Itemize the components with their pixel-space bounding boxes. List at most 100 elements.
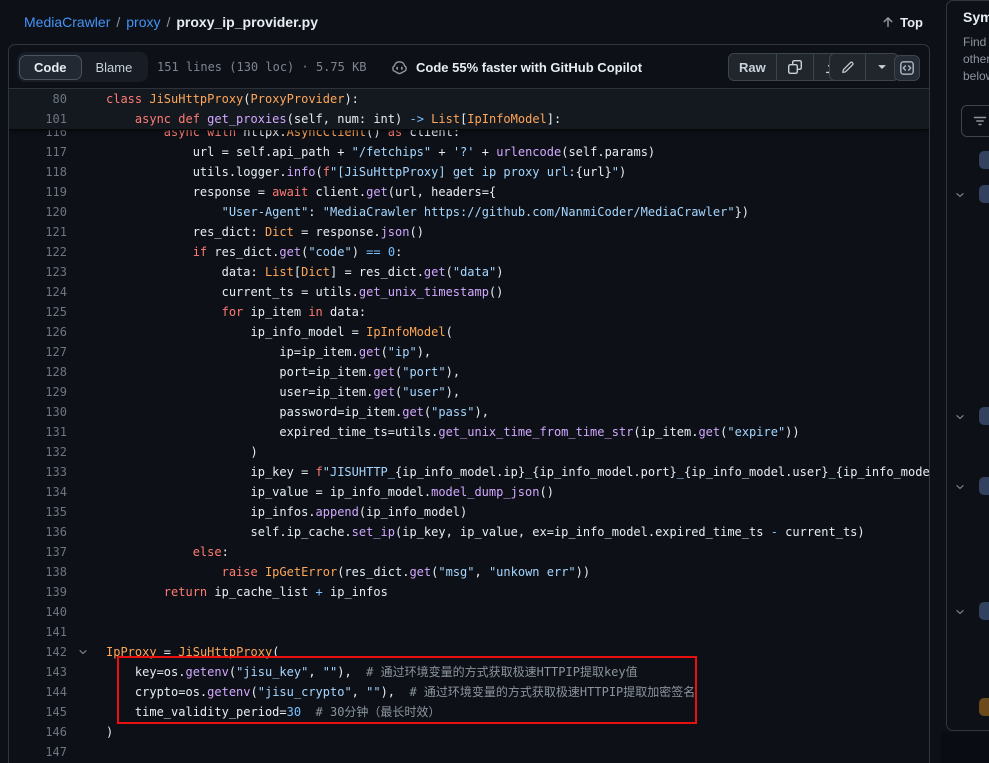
file-content-box: Code Blame 151 lines (130 loc) · 5.75 KB…: [8, 44, 930, 763]
raw-button[interactable]: Raw: [729, 54, 776, 80]
code-text: utils.logger.info(f"[JiSuHttpProxy] get …: [106, 162, 626, 182]
code-line: 135 ip_infos.append(ip_info_model): [9, 502, 929, 522]
code-text: time_validity_period=30 # 30分钟（最长时效）: [106, 702, 440, 722]
code-text: IpProxy = JiSuHttpProxy(: [106, 642, 279, 662]
line-number[interactable]: 146: [9, 722, 67, 742]
code-text: ): [106, 442, 258, 462]
symbol-kind-badge: [979, 698, 989, 716]
fold-gutter: [67, 262, 106, 282]
line-number[interactable]: 80: [9, 89, 67, 109]
line-number[interactable]: 127: [9, 342, 67, 362]
fold-gutter: [67, 502, 106, 522]
code-line: 140: [9, 602, 929, 622]
breadcrumb-filename: proxy_ip_provider.py: [176, 14, 318, 30]
code-text: "User-Agent": "MediaCrawler https://gith…: [106, 202, 749, 222]
top-label: Top: [900, 15, 923, 30]
breadcrumb-repo-link[interactable]: MediaCrawler: [24, 14, 110, 30]
code-scroll-area[interactable]: 80class JiSuHttpProxy(ProxyProvider):101…: [9, 89, 929, 762]
edit-pencil-icon: [840, 60, 855, 75]
code-line: 141: [9, 622, 929, 642]
symbol-row[interactable]: [947, 151, 989, 171]
back-to-top-link[interactable]: Top: [881, 0, 923, 44]
line-number[interactable]: 129: [9, 382, 67, 402]
line-number[interactable]: 123: [9, 262, 67, 282]
breadcrumb-separator: /: [116, 14, 120, 30]
fold-gutter: [67, 242, 106, 262]
code-text: data: List[Dict] = res_dict.get("data"): [106, 262, 503, 282]
code-line: 118 utils.logger.info(f"[JiSuHttpProxy] …: [9, 162, 929, 182]
line-number[interactable]: 136: [9, 522, 67, 542]
breadcrumb-folder-link[interactable]: proxy: [126, 14, 160, 30]
fold-gutter: [67, 462, 106, 482]
fold-gutter: [67, 602, 106, 622]
tab-code[interactable]: Code: [19, 55, 82, 80]
line-number[interactable]: 119: [9, 182, 67, 202]
symbol-row[interactable]: [947, 407, 989, 427]
line-number[interactable]: 142: [9, 642, 67, 662]
code-text: port=ip_item.get("port"),: [106, 362, 460, 382]
line-number[interactable]: 145: [9, 702, 67, 722]
symbol-row[interactable]: [947, 698, 989, 718]
symbol-kind-badge: [979, 407, 989, 425]
line-number[interactable]: 134: [9, 482, 67, 502]
fold-gutter: [67, 342, 106, 362]
fold-gutter: [67, 682, 106, 702]
code-line: 144 crypto=os.getenv("jisu_crypto", ""),…: [9, 682, 929, 702]
line-number[interactable]: 138: [9, 562, 67, 582]
symbols-panel-toggle-button[interactable]: [894, 55, 920, 81]
line-number[interactable]: 139: [9, 582, 67, 602]
edit-button-group: [829, 53, 899, 81]
chevron-down-icon[interactable]: [954, 189, 966, 201]
line-number[interactable]: 147: [9, 742, 67, 762]
code-line: 130 password=ip_item.get("pass"),: [9, 402, 929, 422]
line-number[interactable]: 125: [9, 302, 67, 322]
line-number[interactable]: 121: [9, 222, 67, 242]
line-number[interactable]: 124: [9, 282, 67, 302]
line-number[interactable]: 141: [9, 622, 67, 642]
line-number[interactable]: 118: [9, 162, 67, 182]
line-number[interactable]: 128: [9, 362, 67, 382]
dropdown-caret-icon: [876, 61, 888, 73]
breadcrumb-bar: MediaCrawler / proxy / proxy_ip_provider…: [0, 0, 941, 44]
edit-button[interactable]: [830, 54, 865, 80]
chevron-down-icon[interactable]: [954, 606, 966, 618]
chevron-down-icon[interactable]: [954, 411, 966, 423]
tab-blame[interactable]: Blame: [82, 56, 147, 79]
symbols-filter-input[interactable]: [961, 105, 989, 137]
code-square-icon: [899, 60, 915, 76]
copy-button[interactable]: [776, 54, 813, 80]
code-text: expired_time_ts=utils.get_unix_time_from…: [106, 422, 800, 442]
file-header-toolbar: Code Blame 151 lines (130 loc) · 5.75 KB…: [9, 45, 929, 89]
line-number[interactable]: 133: [9, 462, 67, 482]
code-text: url = self.api_path + "/fetchips" + '?' …: [106, 142, 655, 162]
line-number[interactable]: 132: [9, 442, 67, 462]
line-number[interactable]: 126: [9, 322, 67, 342]
symbol-row[interactable]: [947, 185, 989, 205]
chevron-down-icon[interactable]: [77, 646, 89, 658]
fold-gutter: [67, 642, 106, 662]
line-number[interactable]: 137: [9, 542, 67, 562]
code-text: response = await client.get(url, headers…: [106, 182, 496, 202]
line-number[interactable]: 122: [9, 242, 67, 262]
line-number[interactable]: 131: [9, 422, 67, 442]
line-number[interactable]: 135: [9, 502, 67, 522]
chevron-down-icon[interactable]: [954, 481, 966, 493]
copilot-promo-link[interactable]: Code 55% faster with GitHub Copilot: [391, 45, 642, 89]
line-number[interactable]: 116: [9, 130, 67, 142]
symbol-row[interactable]: [947, 477, 989, 497]
symbol-row[interactable]: [947, 602, 989, 622]
page-background: [941, 732, 989, 763]
line-number[interactable]: 144: [9, 682, 67, 702]
code-line: 123 data: List[Dict] = res_dict.get("dat…: [9, 262, 929, 282]
line-number[interactable]: 140: [9, 602, 67, 622]
code-text: ip=ip_item.get("ip"),: [106, 342, 431, 362]
fold-gutter: [67, 442, 106, 462]
line-number[interactable]: 101: [9, 109, 67, 129]
line-number[interactable]: 120: [9, 202, 67, 222]
symbol-kind-badge: [979, 151, 989, 169]
line-number[interactable]: 143: [9, 662, 67, 682]
line-number[interactable]: 117: [9, 142, 67, 162]
code-text: async def get_proxies(self, num: int) ->…: [106, 109, 561, 129]
line-number[interactable]: 130: [9, 402, 67, 422]
code-text: ): [106, 722, 113, 742]
